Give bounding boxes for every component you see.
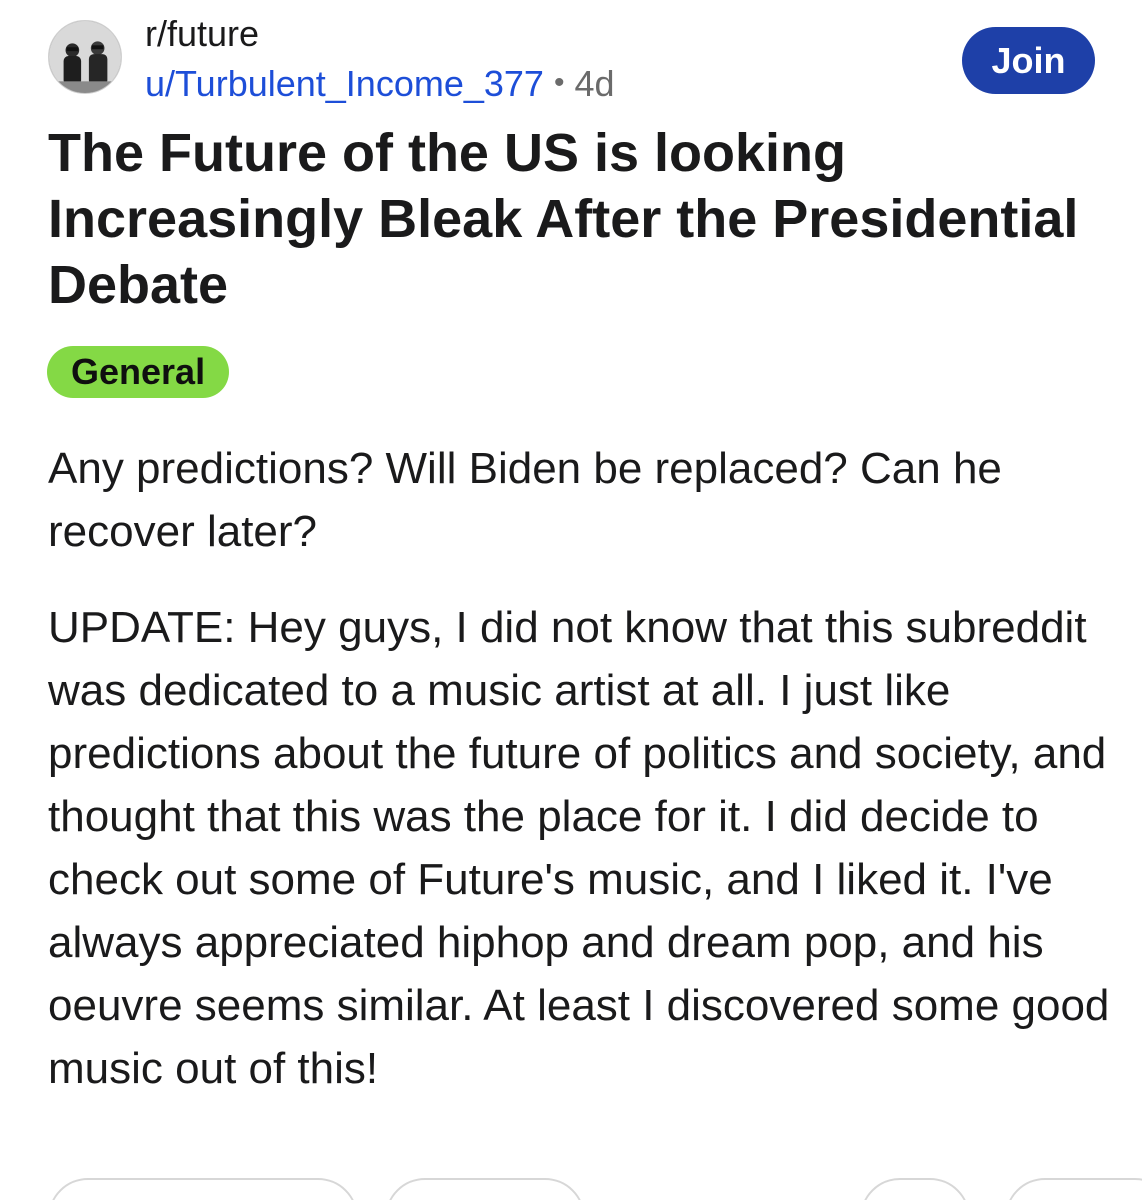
avatar-image-icon	[49, 21, 121, 93]
meta-separator: •	[553, 66, 565, 99]
comments-button[interactable]	[385, 1178, 585, 1200]
body-paragraph: Any predictions? Will Biden be replaced?…	[48, 444, 1002, 556]
post-age: 4d	[574, 63, 615, 104]
post-title: The Future of the US is looking Increasi…	[48, 123, 1079, 315]
share-button[interactable]	[1005, 1178, 1142, 1200]
award-button[interactable]	[860, 1178, 970, 1200]
subreddit-name[interactable]: r/future	[145, 12, 259, 56]
author-username[interactable]: u/Turbulent_Income_377	[145, 63, 544, 104]
body-paragraph: UPDATE: Hey guys, I did not know that th…	[48, 603, 1110, 1093]
post-meta: u/Turbulent_Income_377 • 4d	[145, 60, 615, 107]
subreddit-avatar[interactable]	[48, 20, 122, 94]
post-flair[interactable]: General	[47, 346, 230, 398]
post-card: r/future u/Turbulent_Income_377 • 4d Join …	[0, 0, 1142, 1200]
post-body: Any predictions? Will Biden be replaced?…	[48, 437, 1113, 1133]
join-button[interactable]: Join	[962, 27, 1095, 94]
vote-bar[interactable]	[48, 1178, 358, 1200]
